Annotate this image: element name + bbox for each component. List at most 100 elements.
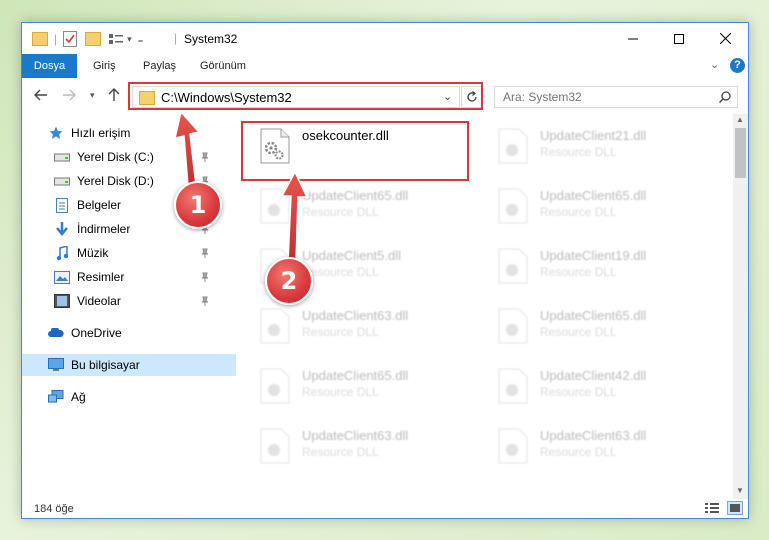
dll-file-icon [498,308,528,344]
nav-item-label: Videolar [77,294,121,308]
file-item[interactable]: UpdateClient42.dll Resource DLL [488,362,718,410]
vertical-scrollbar[interactable]: ▲ ▼ [733,114,748,499]
tab-paylas[interactable]: Paylaş [143,54,176,78]
file-name: UpdateClient42.dll [540,368,647,383]
file-item[interactable]: UpdateClient65.dll Resource DLL [488,302,718,350]
file-type: Resource DLL [540,385,617,399]
properties-icon[interactable] [63,31,78,47]
file-item[interactable]: UpdateClient63.dll Resource DLL [488,422,718,470]
up-arrow-icon [108,88,120,101]
documents-icon [54,197,70,213]
nav-item-label: İndirmeler [77,222,131,236]
search-input[interactable]: Ara: System32 [494,86,738,108]
file-type: Resource DLL [302,265,379,279]
customize-toolbar-icon[interactable]: ₌ [138,33,144,46]
scroll-down-icon[interactable]: ▼ [736,486,744,495]
search-icon[interactable] [719,91,731,103]
toolbar-separator: | [54,32,58,46]
forward-button[interactable] [62,88,76,104]
nav-item-label: Ağ [71,390,86,404]
file-type: Resource DLL [540,445,617,459]
file-item[interactable]: UpdateClient65.dll Resource DLL [250,362,480,410]
file-name: UpdateClient19.dll [540,248,647,263]
dll-file-icon [260,368,290,404]
help-icon[interactable]: ? [730,58,745,73]
ribbon-expand-icon[interactable]: ⌄ [710,58,719,71]
dll-file-icon [498,368,528,404]
file-item[interactable]: UpdateClient65.dll Resource DLL [250,182,480,230]
file-type: Resource DLL [540,145,617,159]
address-row: ▾ C:\Windows\System32 ⌄ Ara: System32 [22,78,748,114]
tab-gorunum[interactable]: Görünüm [200,54,246,78]
dll-file-icon [498,248,528,284]
nav-item-label: Yerel Disk (C:) [77,150,154,164]
nav-item-local-disk-c[interactable]: Yerel Disk (C:) [22,146,248,168]
ribbon-tabs: Dosya Giriş Paylaş Görünüm ⌄ ? [22,54,748,78]
window-title: System32 [184,32,238,46]
nav-item-label: OneDrive [71,326,122,340]
maximize-icon [674,33,684,44]
folder-icon[interactable] [32,32,48,46]
close-icon [719,33,731,44]
quick-access-toolbar: | ▾ ₌ [32,30,143,48]
refresh-button[interactable] [461,86,483,108]
step-badge-1: 1 [174,181,222,229]
file-item-osekcounter[interactable]: osekcounter.dll [250,122,480,170]
address-path[interactable]: C:\Windows\System32 [161,90,292,105]
up-button[interactable] [108,88,120,105]
pin-icon [200,295,210,309]
nav-item-pictures[interactable]: Resimler [22,266,248,288]
file-list: osekcounter.dll UpdateClient21.dll Resou… [236,114,732,499]
back-button[interactable] [34,88,48,104]
nav-item-this-pc[interactable]: Bu bilgisayar [22,354,242,376]
dropdown-arrow-icon[interactable]: ▾ [127,34,132,45]
nav-item-label: Resimler [77,270,125,284]
new-folder-icon[interactable] [85,32,102,46]
address-bar[interactable]: C:\Windows\System32 ⌄ [132,86,460,108]
minimize-button[interactable] [610,23,656,54]
file-item[interactable]: UpdateClient65.dll Resource DLL [488,182,718,230]
file-name: UpdateClient63.dll [302,308,409,323]
file-item[interactable]: UpdateClient63.dll Resource DLL [250,422,480,470]
address-dropdown-icon[interactable]: ⌄ [443,90,452,103]
dll-file-icon [260,128,290,164]
file-type: Resource DLL [302,445,379,459]
dll-file-icon [260,308,290,344]
scrollbar-thumb[interactable] [735,128,746,178]
tab-giris[interactable]: Giriş [93,54,116,78]
music-icon [54,245,70,261]
tab-dosya[interactable]: Dosya [22,54,77,78]
recent-locations-button[interactable]: ▾ [90,90,95,101]
scroll-up-icon[interactable]: ▲ [736,115,744,124]
cloud-icon [48,325,64,341]
back-arrow-icon [34,89,47,101]
close-button[interactable] [702,23,748,54]
nav-item-quick-access[interactable]: Hızlı erişim [22,122,242,144]
nav-item-onedrive[interactable]: OneDrive [22,322,242,344]
nav-item-videos[interactable]: Videolar [22,290,248,312]
nav-item-label: Bu bilgisayar [71,358,140,372]
nav-item-music[interactable]: Müzik [22,242,248,264]
file-name: UpdateClient65.dll [302,188,409,203]
file-type: Resource DLL [540,265,617,279]
pin-icon [200,151,210,165]
search-placeholder: Ara: System32 [503,90,582,104]
nav-item-network[interactable]: Ağ [22,386,242,408]
title-separator: | [174,31,178,45]
file-type: Resource DLL [302,205,379,219]
maximize-button[interactable] [656,23,702,54]
details-view-icon[interactable] [705,502,719,517]
dll-file-icon [260,428,290,464]
folder-icon [139,91,155,105]
nav-item-label: Hızlı erişim [71,126,131,140]
file-item[interactable]: UpdateClient63.dll Resource DLL [250,302,480,350]
refresh-icon [467,91,477,102]
large-icons-view-icon[interactable] [727,501,743,515]
network-icon [48,389,64,405]
file-item[interactable]: UpdateClient21.dll Resource DLL [488,122,718,170]
status-bar: 184 öğe [22,499,748,518]
view-options-icon[interactable] [109,33,124,45]
file-item[interactable]: UpdateClient19.dll Resource DLL [488,242,718,290]
dll-file-icon [498,188,528,224]
step-badge-2: 2 [265,257,313,305]
